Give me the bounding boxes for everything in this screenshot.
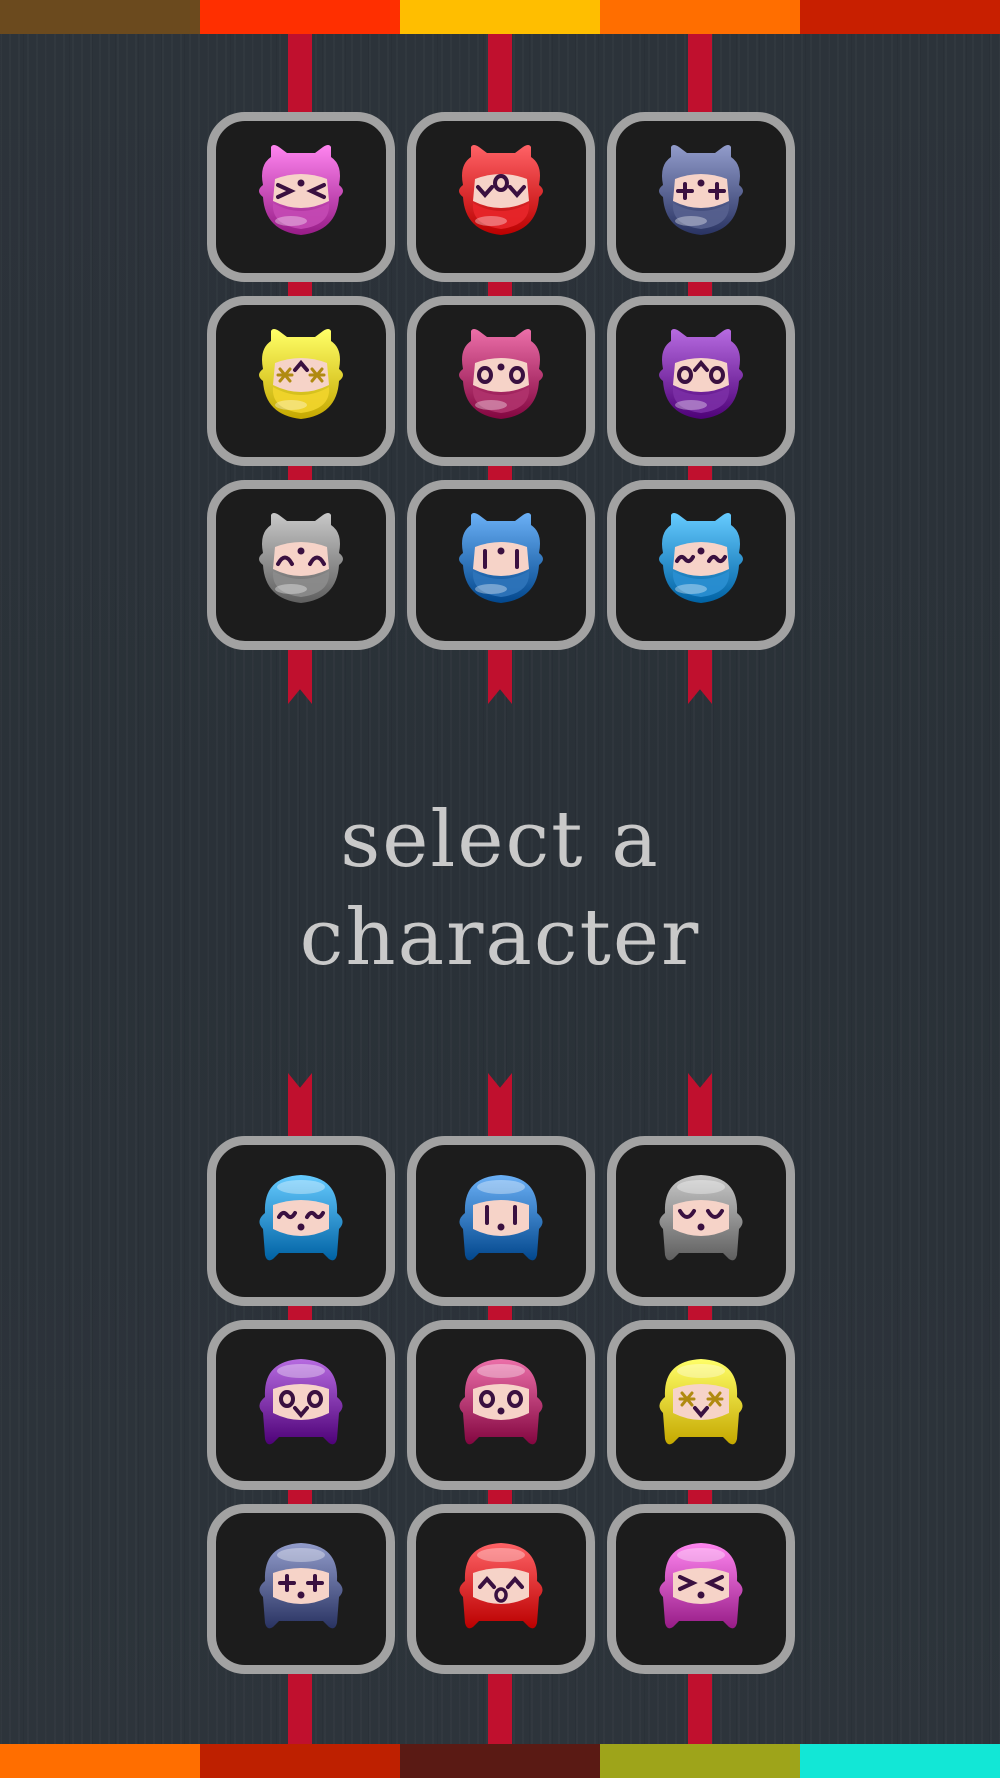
character-avatar-icon [651, 1347, 751, 1457]
bottom-stripe-2 [200, 1744, 400, 1778]
character-tile-top-3[interactable] [607, 112, 795, 282]
character-tile-top-8[interactable] [407, 480, 595, 650]
character-tile-bottom-6[interactable] [607, 1320, 795, 1490]
character-tile-top-7[interactable] [207, 480, 395, 650]
character-tile-bottom-5[interactable] [407, 1320, 595, 1490]
character-tile-bottom-9[interactable] [607, 1504, 795, 1674]
bottom-stripe-3 [400, 1744, 600, 1778]
character-avatar-icon [451, 507, 551, 617]
character-avatar-icon [251, 323, 351, 433]
character-tile-bottom-4[interactable] [207, 1320, 395, 1490]
title-line-2: character [299, 893, 701, 983]
character-avatar-icon [451, 1347, 551, 1457]
top-stripe-1 [0, 0, 200, 34]
character-tile-top-5[interactable] [407, 296, 595, 466]
character-tile-top-4[interactable] [207, 296, 395, 466]
character-avatar-icon [651, 323, 751, 433]
character-avatar-icon [651, 1163, 751, 1273]
top-stripe-2 [200, 0, 400, 34]
top-stripe-5 [800, 0, 1000, 34]
title-line-1: select a [340, 795, 660, 885]
character-avatar-icon [251, 1347, 351, 1457]
character-avatar-icon [451, 1163, 551, 1273]
bottom-stripe-1 [0, 1744, 200, 1778]
character-avatar-icon [451, 323, 551, 433]
character-tile-top-1[interactable] [207, 112, 395, 282]
character-avatar-icon [251, 139, 351, 249]
character-avatar-icon [251, 1163, 351, 1273]
top-stripe-4 [600, 0, 800, 34]
character-avatar-icon [651, 139, 751, 249]
top-stripe-3 [400, 0, 600, 34]
bottom-color-stripes [0, 1744, 1000, 1778]
character-tile-bottom-3[interactable] [607, 1136, 795, 1306]
character-tile-top-2[interactable] [407, 112, 595, 282]
character-avatar-icon [251, 507, 351, 617]
character-tile-bottom-2[interactable] [407, 1136, 595, 1306]
bottom-stripe-4 [600, 1744, 800, 1778]
character-avatar-icon [651, 1531, 751, 1641]
top-color-stripes [0, 0, 1000, 34]
character-tile-bottom-1[interactable] [207, 1136, 395, 1306]
character-tile-bottom-7[interactable] [207, 1504, 395, 1674]
character-avatar-icon [451, 1531, 551, 1641]
character-avatar-icon [651, 507, 751, 617]
bottom-stripe-5 [800, 1744, 1000, 1778]
character-tile-top-6[interactable] [607, 296, 795, 466]
character-avatar-icon [451, 139, 551, 249]
character-tile-top-9[interactable] [607, 480, 795, 650]
character-avatar-icon [251, 1531, 351, 1641]
character-tile-bottom-8[interactable] [407, 1504, 595, 1674]
